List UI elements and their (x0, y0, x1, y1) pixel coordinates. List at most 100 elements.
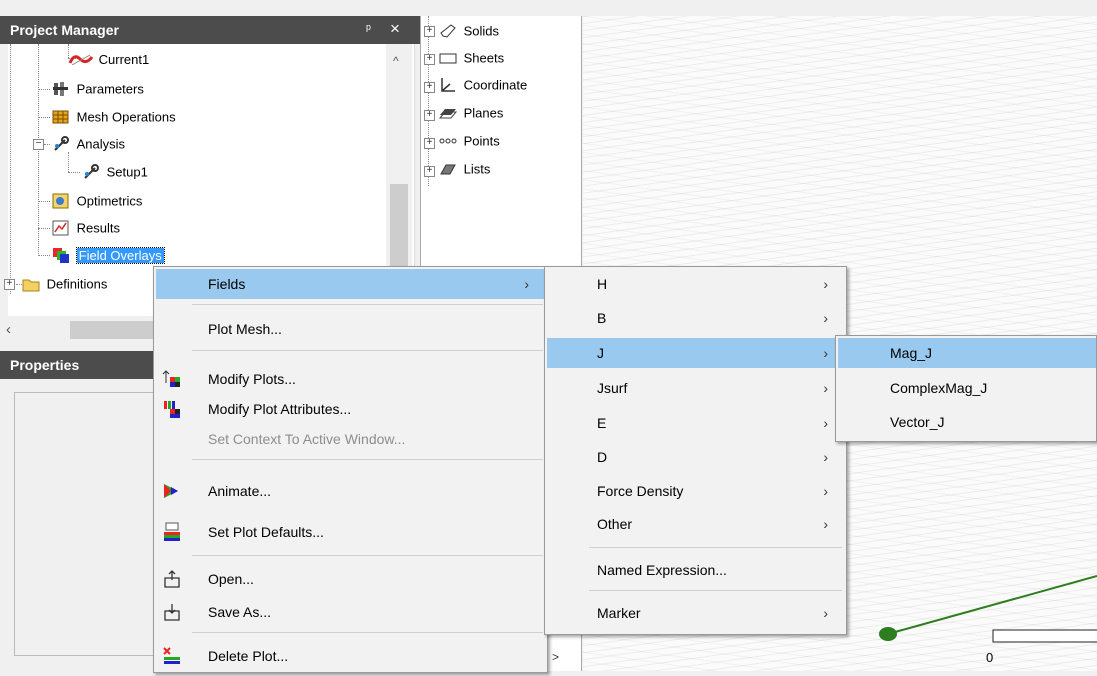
menu-separator (192, 304, 543, 305)
submenu-arrow-icon: › (823, 483, 828, 499)
menu-separator (589, 547, 842, 548)
submenu-arrow-icon: › (823, 449, 828, 465)
plot-line (887, 575, 1097, 635)
tree-item-parameters[interactable]: Parameters (52, 78, 144, 100)
model-tree-item-planes[interactable]: Planes (438, 102, 503, 124)
menu-separator (192, 350, 543, 351)
field-overlays-icon (52, 247, 70, 263)
submenu-item-e[interactable]: E › (547, 408, 844, 438)
tree-item-setup1[interactable]: Setup1 (82, 161, 148, 183)
submenu-item-b[interactable]: B › (547, 303, 844, 333)
submenu-item-named-expression[interactable]: Named Expression... (547, 555, 844, 585)
field-overlays-context-menu: Fields › Plot Mesh... Modify Plots... Mo… (153, 266, 548, 673)
submenu-item-other[interactable]: Other › (547, 509, 844, 539)
open-icon (162, 569, 182, 589)
submenu-item-force-density[interactable]: Force Density › (547, 476, 844, 506)
save-as-icon (162, 602, 182, 622)
tree-item-field-overlays[interactable]: Field Overlays (52, 244, 165, 266)
scale-bar (992, 629, 1097, 643)
submenu-arrow-icon: › (823, 380, 828, 396)
points-icon (439, 133, 457, 149)
expand-lists-toggle[interactable]: + (424, 166, 435, 177)
menu-separator (589, 590, 842, 591)
submenu-arrow-icon: › (823, 516, 828, 532)
animate-icon (162, 481, 182, 501)
sheets-icon (439, 50, 457, 66)
submenu-arrow-icon: › (823, 345, 828, 361)
folder-icon (22, 276, 40, 292)
tree-item-mesh-operations[interactable]: Mesh Operations (52, 106, 176, 128)
fields-submenu: H › B › J › Jsurf › E › D › Force Densit… (544, 266, 847, 635)
properties-title: Properties (10, 357, 80, 373)
modify-plots-icon (162, 369, 182, 389)
plot-defaults-icon (162, 522, 182, 542)
project-manager-titlebar: Project Manager ᵖ × (0, 16, 420, 44)
model-tree-item-points[interactable]: Points (439, 130, 500, 152)
results-icon (52, 220, 70, 236)
menu-item-modify-plots[interactable]: Modify Plots... (156, 364, 545, 394)
menu-item-open[interactable]: Open... (156, 564, 545, 594)
modify-plot-attributes-icon (162, 399, 182, 419)
expand-sheets-toggle[interactable]: + (424, 54, 435, 65)
menu-item-save-as[interactable]: Save As... (156, 597, 545, 627)
submenu-item-vector-j[interactable]: Vector_J (838, 407, 1094, 437)
close-icon[interactable]: × (390, 19, 400, 39)
scroll-up-icon[interactable]: ^ (393, 54, 399, 68)
menu-item-animate[interactable]: Animate... (156, 476, 545, 506)
planes-icon (438, 105, 458, 121)
scroll-right-icon[interactable]: > (552, 650, 572, 668)
current-icon (68, 51, 94, 67)
submenu-arrow-icon: › (823, 276, 828, 292)
tree-item-optimetrics[interactable]: Optimetrics (52, 190, 142, 212)
coordinate-system-icon (439, 77, 457, 93)
submenu-arrow-icon: › (823, 310, 828, 326)
menu-item-plot-mesh[interactable]: Plot Mesh... (156, 314, 545, 344)
plot-marker (879, 627, 897, 641)
submenu-item-marker[interactable]: Marker › (547, 598, 844, 628)
analysis-icon (52, 135, 70, 152)
setup-icon (82, 163, 100, 180)
submenu-arrow-icon: › (524, 276, 529, 292)
submenu-item-h[interactable]: H › (547, 269, 844, 299)
menu-item-fields[interactable]: Fields › (156, 269, 545, 299)
submenu-item-mag-j[interactable]: Mag_J (838, 338, 1096, 368)
menu-item-set-context-to-active-window: Set Context To Active Window... (208, 431, 406, 447)
expand-coordinate-toggle[interactable]: + (424, 82, 435, 93)
model-tree-item-solids[interactable]: Solids (439, 20, 499, 42)
project-manager-title: Project Manager (10, 22, 119, 38)
scroll-left-icon[interactable]: ‹ (6, 321, 11, 338)
scale-bar-label: 0 (986, 650, 994, 665)
tree-item-current1[interactable]: Current1 (68, 48, 149, 70)
menu-separator (192, 555, 543, 556)
submenu-item-d[interactable]: D › (547, 442, 844, 472)
tree-item-results[interactable]: Results (52, 217, 120, 239)
submenu-item-jsurf[interactable]: Jsurf › (547, 373, 844, 403)
collapse-analysis-toggle[interactable]: − (33, 139, 44, 150)
parameters-icon (52, 81, 70, 97)
model-tree-item-coordinate[interactable]: Coordinate (439, 74, 527, 96)
pin-icon[interactable]: ᵖ (366, 21, 371, 36)
menu-item-set-plot-defaults[interactable]: Set Plot Defaults... (156, 517, 545, 547)
delete-plot-icon (162, 646, 182, 666)
model-tree-item-lists[interactable]: Lists (439, 158, 490, 180)
menu-separator (192, 632, 543, 633)
submenu-arrow-icon: › (823, 605, 828, 621)
expand-definitions-toggle[interactable]: + (4, 279, 15, 290)
tree-item-definitions[interactable]: Definitions (22, 273, 107, 295)
j-submenu: Mag_J ComplexMag_J Vector_J (835, 335, 1097, 442)
optimetrics-icon (52, 193, 70, 209)
expand-planes-toggle[interactable]: + (424, 110, 435, 121)
menu-item-delete-plot[interactable]: Delete Plot... (156, 641, 545, 671)
model-tree-item-sheets[interactable]: Sheets (439, 47, 504, 69)
expand-points-toggle[interactable]: + (424, 138, 435, 149)
menu-separator (192, 459, 543, 460)
menu-item-modify-plot-attributes[interactable]: Modify Plot Attributes... (156, 394, 545, 424)
tree-item-analysis[interactable]: Analysis (52, 133, 125, 155)
mesh-operations-icon (52, 109, 70, 125)
expand-solids-toggle[interactable]: + (424, 26, 435, 37)
lists-icon (439, 161, 457, 177)
submenu-item-complexmag-j[interactable]: ComplexMag_J (838, 373, 1094, 403)
submenu-item-j[interactable]: J › (547, 338, 844, 368)
solids-icon (439, 23, 457, 39)
submenu-arrow-icon: › (823, 415, 828, 431)
